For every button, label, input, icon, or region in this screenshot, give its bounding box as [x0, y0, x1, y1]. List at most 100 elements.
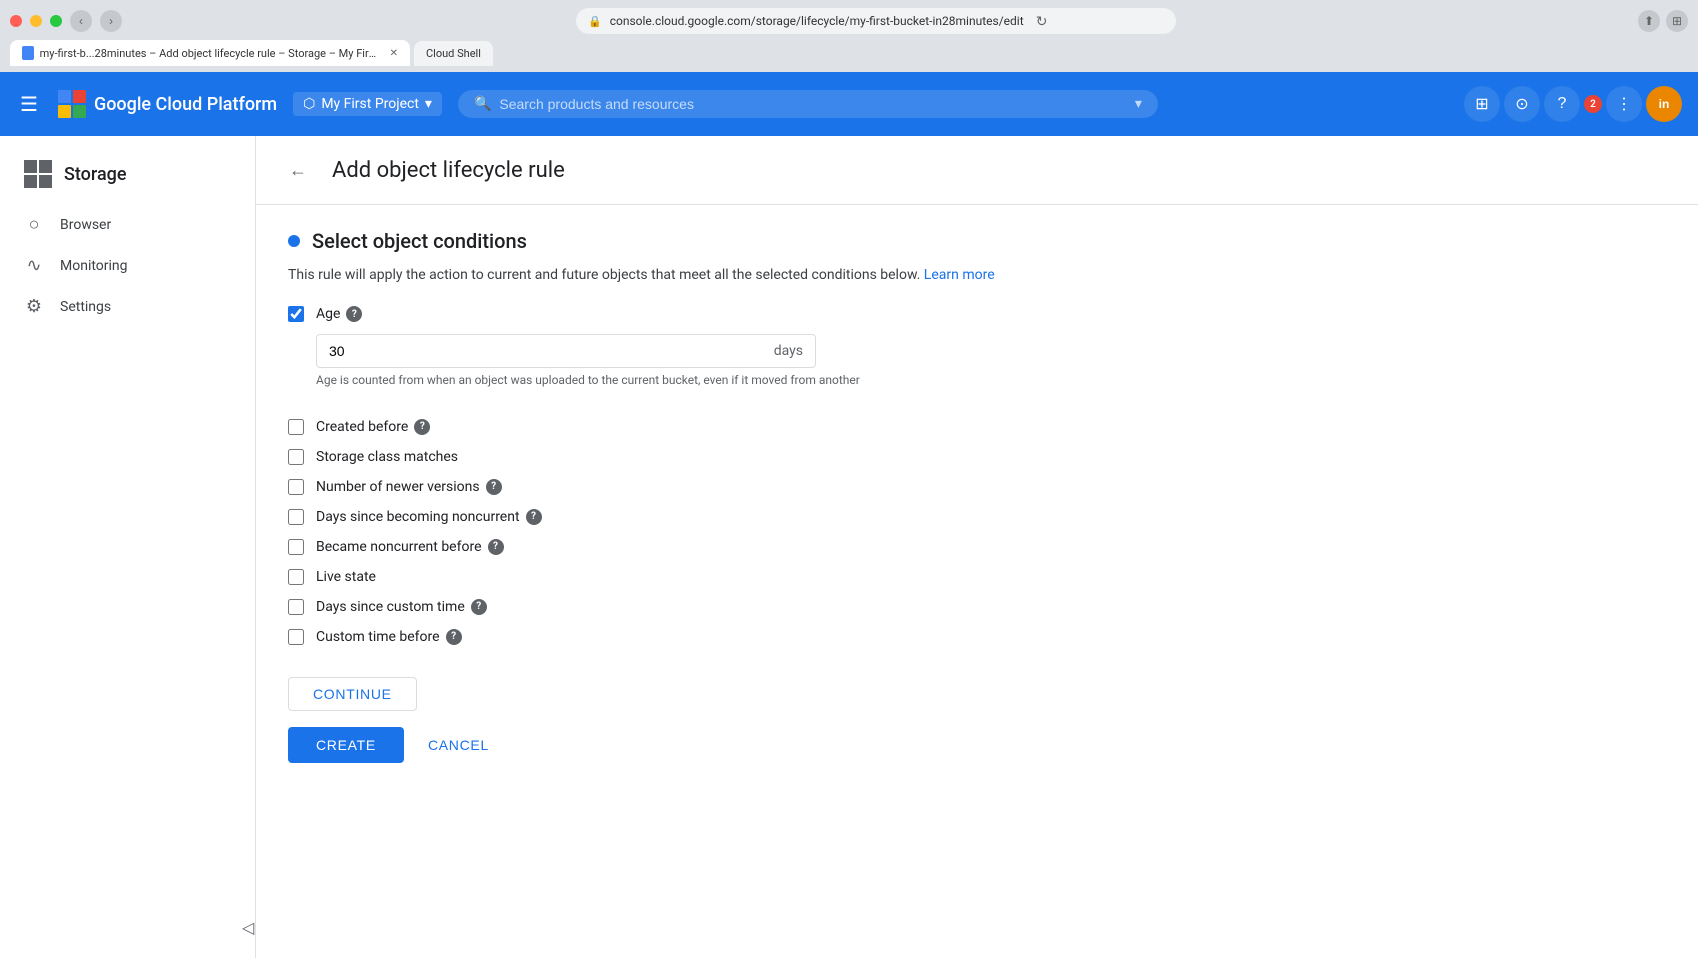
sidebar-label-browser: Browser [60, 217, 111, 233]
label-age: Age ? [316, 306, 362, 322]
main-content: ← Add object lifecycle rule Select objec… [256, 136, 1698, 958]
checkbox-days-custom[interactable] [288, 599, 304, 615]
header-icons: ⊞ ⊙ ? 2 ⋮ in [1464, 86, 1682, 122]
lock-icon: 🔒 [588, 15, 602, 28]
days-custom-help-icon[interactable]: ? [471, 599, 487, 615]
checkbox-row-newer-versions: Number of newer versions ? [288, 479, 1666, 495]
cancel-button[interactable]: CANCEL [416, 727, 501, 763]
sidebar-item-monitoring[interactable]: ∿ Monitoring [0, 245, 247, 286]
search-input[interactable] [499, 96, 1127, 112]
checkbox-row-custom-time-before: Custom time before ? [288, 629, 1666, 645]
share-button[interactable]: ⬆ [1638, 10, 1660, 32]
checkbox-custom-time-before[interactable] [288, 629, 304, 645]
custom-time-before-help-icon[interactable]: ? [446, 629, 462, 645]
label-created-before: Created before ? [316, 419, 430, 435]
gcp-logo-icon [58, 90, 86, 118]
days-noncurrent-label-text: Days since becoming noncurrent [316, 509, 520, 525]
checkbox-created-before[interactable] [288, 419, 304, 435]
storage-icon [24, 160, 52, 188]
age-input-wrapper: days [316, 334, 1666, 368]
browser-chrome: ‹ › 🔒 console.cloud.google.com/storage/l… [0, 0, 1698, 72]
age-input-box: days [316, 334, 816, 368]
age-hint-text: Age is counted from when an object was u… [316, 372, 1666, 389]
checkbox-row-live-state: Live state [288, 569, 1666, 585]
checkbox-became-noncurrent[interactable] [288, 539, 304, 555]
back-button[interactable]: ← [280, 152, 316, 188]
age-label-text: Age [316, 306, 340, 322]
minimize-window-dot[interactable] [30, 15, 42, 27]
search-dropdown-icon: ▾ [1135, 96, 1142, 112]
became-noncurrent-help-icon[interactable]: ? [488, 539, 504, 555]
new-tab-button[interactable]: ⊞ [1666, 10, 1688, 32]
checkbox-row-age: Age ? [288, 306, 1666, 322]
more-options-button[interactable]: ⋮ [1606, 86, 1642, 122]
sidebar-label-monitoring: Monitoring [60, 258, 128, 274]
url-display[interactable]: console.cloud.google.com/storage/lifecyc… [610, 14, 1024, 28]
forward-nav-button[interactable]: › [100, 10, 122, 32]
section-title: Select object conditions [312, 229, 527, 253]
age-unit-label: days [774, 343, 803, 359]
settings-icon: ⚙ [24, 296, 44, 317]
app-name: Google Cloud Platform [94, 94, 277, 115]
user-avatar-button[interactable]: in [1646, 86, 1682, 122]
sidebar-item-settings[interactable]: ⚙ Settings [0, 286, 247, 327]
cloud-shell-label: Cloud Shell [426, 47, 481, 60]
checkbox-row-storage-class: Storage class matches [288, 449, 1666, 465]
section-header: Select object conditions [288, 229, 1666, 253]
main-tab[interactable]: my-first-b...28minutes – Add object life… [10, 40, 410, 66]
help-button[interactable]: ? [1544, 86, 1580, 122]
tab-favicon [22, 46, 34, 60]
gcp-logo: Google Cloud Platform [58, 90, 277, 118]
checkbox-age[interactable] [288, 306, 304, 322]
label-storage-class: Storage class matches [316, 449, 458, 465]
sidebar-header: Storage [0, 152, 255, 204]
reload-button[interactable]: ↻ [1032, 11, 1052, 31]
tab-close-icon[interactable]: ✕ [390, 48, 398, 59]
became-noncurrent-label-text: Became noncurrent before [316, 539, 482, 555]
project-dropdown-icon: ▾ [425, 96, 432, 112]
newer-versions-label-text: Number of newer versions [316, 479, 480, 495]
days-noncurrent-help-icon[interactable]: ? [526, 509, 542, 525]
search-bar[interactable]: 🔍 ▾ [458, 90, 1158, 118]
checkbox-live-state[interactable] [288, 569, 304, 585]
back-nav-button[interactable]: ‹ [70, 10, 92, 32]
label-became-noncurrent: Became noncurrent before ? [316, 539, 504, 555]
continue-button[interactable]: CONTINUE [288, 677, 417, 711]
checkbox-newer-versions[interactable] [288, 479, 304, 495]
main-layout: Storage ○ Browser ∿ Monitoring ⚙ Setting… [0, 136, 1698, 958]
created-before-help-icon[interactable]: ? [414, 419, 430, 435]
create-button[interactable]: CREATE [288, 727, 404, 763]
created-before-label-text: Created before [316, 419, 408, 435]
collapse-sidebar-button[interactable]: ◁ [242, 918, 254, 938]
live-state-label-text: Live state [316, 569, 376, 585]
browser-icon: ○ [24, 214, 44, 235]
search-icon: 🔍 [474, 96, 491, 112]
sidebar: Storage ○ Browser ∿ Monitoring ⚙ Setting… [0, 136, 256, 958]
action-buttons: CREATE CANCEL [288, 727, 1666, 763]
sidebar-title: Storage [64, 164, 127, 185]
marketplace-button[interactable]: ⊞ [1464, 86, 1500, 122]
age-help-icon[interactable]: ? [346, 306, 362, 322]
learn-more-link[interactable]: Learn more [924, 267, 995, 283]
project-selector[interactable]: ⬡ My First Project ▾ [293, 92, 442, 116]
days-custom-label-text: Days since custom time [316, 599, 465, 615]
storage-class-label-text: Storage class matches [316, 449, 458, 465]
newer-versions-help-icon[interactable]: ? [486, 479, 502, 495]
cloud-shell-tab[interactable]: Cloud Shell [414, 41, 493, 66]
label-custom-time-before: Custom time before ? [316, 629, 462, 645]
monitoring-icon: ∿ [24, 255, 44, 276]
notification-badge[interactable]: 2 [1584, 95, 1602, 113]
checkbox-row-created-before: Created before ? [288, 419, 1666, 435]
condition-age: Age ? days Age is counted from when an o… [288, 306, 1666, 405]
support-button[interactable]: ⊙ [1504, 86, 1540, 122]
maximize-window-dot[interactable] [50, 15, 62, 27]
checkbox-days-noncurrent[interactable] [288, 509, 304, 525]
sidebar-item-browser[interactable]: ○ Browser [0, 204, 247, 245]
hamburger-button[interactable]: ☰ [16, 88, 42, 121]
checkbox-storage-class[interactable] [288, 449, 304, 465]
close-window-dot[interactable] [10, 15, 22, 27]
project-name: My First Project [321, 96, 419, 112]
label-days-noncurrent: Days since becoming noncurrent ? [316, 509, 542, 525]
age-value-input[interactable] [329, 343, 774, 359]
sidebar-label-settings: Settings [60, 299, 111, 315]
